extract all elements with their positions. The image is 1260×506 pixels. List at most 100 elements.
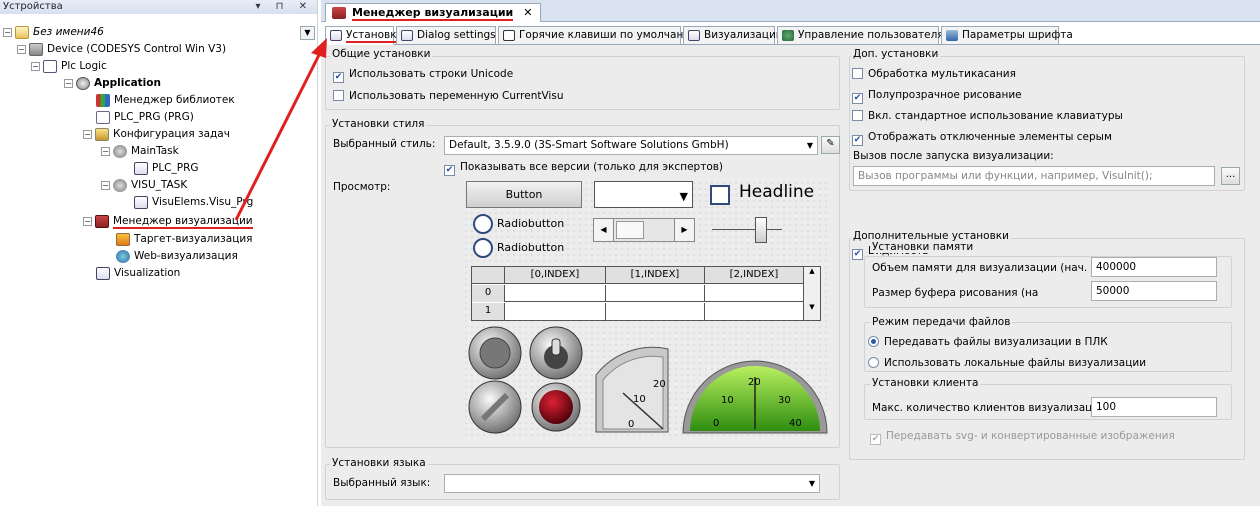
tree-node-visuelems[interactable]: VisuElems.Visu_Prg <box>134 194 253 210</box>
checkbox-box: ✔ <box>333 72 344 83</box>
memory-size-label: Объем памяти для визуализации (нач. знач… <box>872 262 1123 274</box>
program-call-icon <box>134 161 148 175</box>
visu-manager-icon <box>95 214 109 228</box>
table-scrollbar: ▲ ▼ <box>803 267 820 320</box>
close-icon[interactable]: ✕ <box>523 6 532 19</box>
general-settings-title: Общие установки <box>330 48 433 60</box>
language-settings-title: Установки языка <box>330 457 428 469</box>
library-icon <box>96 93 110 107</box>
preview-slider-thumb <box>755 217 767 243</box>
tree-node-web-visu[interactable]: Web-визуализация <box>116 248 238 264</box>
task-icon <box>113 144 127 158</box>
max-clients-input[interactable]: 100 <box>1091 397 1217 417</box>
dialog-icon <box>401 30 413 41</box>
codesys-window: Устройства ▾ ⊓ ✕ ▼ − Без имени46 − Device … <box>0 0 1260 506</box>
task-config-icon <box>95 127 109 141</box>
gauge2-tick: 30 <box>778 395 791 406</box>
application-icon <box>76 76 90 90</box>
extra-settings-title: Доп. установки <box>851 48 941 60</box>
visu-manager-icon <box>332 7 346 19</box>
preview-lamp <box>539 390 573 424</box>
device-icon <box>29 42 43 56</box>
devices-dropdown-button[interactable]: ▼ <box>300 26 315 40</box>
panel-controls[interactable]: ▾ ⊓ ✕ <box>255 0 313 14</box>
checkbox-box: ✔ <box>870 434 881 445</box>
keyboard-icon <box>503 30 515 41</box>
unicode-checkbox[interactable]: ✔ Использовать строки Unicode <box>333 68 513 83</box>
chevron-down-icon: ▼ <box>808 479 815 488</box>
tree-node-visualization[interactable]: Visualization <box>96 265 180 281</box>
checkbox-box <box>852 68 863 79</box>
language-select[interactable]: ▼ <box>444 474 820 493</box>
devices-panel-header: Устройства ▾ ⊓ ✕ <box>0 0 317 14</box>
tree-node-device[interactable]: − Device (CODESYS Control Win V3) <box>17 41 226 57</box>
radio-dot <box>868 336 879 347</box>
settings-icon <box>330 30 342 41</box>
keyboard-checkbox[interactable]: Вкл. стандартное использование клавиатур… <box>852 110 1123 123</box>
preview-gauges: 0 10 20 0 10 20 30 40 <box>468 326 828 434</box>
tab-hotkeys[interactable]: Горячие клавиши по умолчанию <box>498 26 699 45</box>
tab-visu-manager[interactable]: Менеджер визуализации ✕ <box>325 3 542 22</box>
checkbox-box: ✔ <box>852 135 863 146</box>
checkbox-box <box>333 90 344 101</box>
call-after-input[interactable]: Вызов программы или функции, например, V… <box>853 166 1215 186</box>
checkbox-box: ✔ <box>852 249 863 260</box>
local-files-radio[interactable]: Использовать локальные файлы визуализаци… <box>868 357 1146 370</box>
tree-node-maintask-plc-prg[interactable]: PLC_PRG <box>134 160 199 176</box>
semitransparent-checkbox[interactable]: ✔ Полупрозрачное рисование <box>852 89 1022 104</box>
language-label: Выбранный язык: <box>333 477 431 489</box>
tab-font-params[interactable]: Параметры шрифта <box>941 26 1073 45</box>
memory-size-input[interactable]: 400000 <box>1091 257 1217 277</box>
tab-dialog-settings[interactable]: Dialog settings <box>396 26 496 45</box>
plc-logic-icon <box>43 59 57 73</box>
table-row: 0 <box>472 285 820 302</box>
program-icon <box>96 110 110 124</box>
tree-node-task-config[interactable]: − Конфигурация задач <box>83 126 230 142</box>
tab-settings[interactable]: Установки <box>325 26 404 45</box>
gauge1-tick: 20 <box>653 379 666 390</box>
style-label: Выбранный стиль: <box>333 138 436 150</box>
tree-node-library-manager[interactable]: Менеджер библиотек <box>96 92 235 108</box>
gauge2-tick: 40 <box>789 418 802 429</box>
tab-user-management[interactable]: Управление пользователями <box>777 26 958 45</box>
browse-button[interactable]: ... <box>1221 167 1240 185</box>
gauge1-tick: 0 <box>628 419 634 430</box>
tree-node-visu-manager[interactable]: − Менеджер визуализации <box>83 213 253 229</box>
buffer-size-input[interactable]: 50000 <box>1091 281 1217 301</box>
tab-visualizations[interactable]: Визуализации <box>683 26 783 45</box>
show-all-versions-checkbox[interactable]: ✔ Показывать все версии (только для экспе… <box>444 161 723 176</box>
preview-button: Button <box>466 181 582 208</box>
edit-style-button[interactable]: ✎ <box>821 136 840 154</box>
project-icon <box>15 25 29 39</box>
visualization-icon <box>688 30 700 41</box>
preview-label: Просмотр: <box>333 181 391 193</box>
web-visu-icon <box>116 249 130 263</box>
gauge2-tick: 20 <box>748 377 761 388</box>
devices-panel: Устройства ▾ ⊓ ✕ ▼ − Без имени46 − Device … <box>0 0 318 506</box>
tree-node-plc-prg[interactable]: PLC_PRG (PRG) <box>96 109 194 125</box>
gauge2-tick: 10 <box>721 395 734 406</box>
devices-panel-title: Устройства <box>3 1 63 12</box>
tree-node-target-visu[interactable]: Таргет-визуализация <box>116 231 252 247</box>
table-header: [0,INDEX] [1,INDEX] [2,INDEX] <box>472 267 820 284</box>
style-select[interactable]: Default, 3.5.9.0 (3S-Smart Software Solu… <box>444 136 818 155</box>
buffer-size-label: Размер буфера рисования (на <box>872 287 1039 299</box>
tree-node-project[interactable]: − Без имени46 <box>3 24 104 40</box>
task-icon <box>113 178 127 192</box>
currentvisu-checkbox[interactable]: Использовать переменную CurrentVisu <box>333 90 563 103</box>
target-visu-icon <box>116 232 130 246</box>
gauge1-tick: 10 <box>633 394 646 405</box>
chevron-down-icon: ▼ <box>806 141 813 150</box>
multitouch-checkbox[interactable]: Обработка мультикасания <box>852 68 1016 81</box>
tree-node-maintask[interactable]: − MainTask <box>101 143 179 159</box>
tree-node-plc-logic[interactable]: − Plc Logic <box>31 58 107 74</box>
memory-settings-title: Установки памяти <box>870 241 976 253</box>
preview-checkbox <box>710 185 730 205</box>
disabled-gray-checkbox[interactable]: ✔ Отображать отключенные элементы серым <box>852 131 1112 146</box>
checkbox-box: ✔ <box>444 165 455 176</box>
tree-node-visu-task[interactable]: − VISU_TASK <box>101 177 187 193</box>
tree-node-application[interactable]: − Application <box>64 75 161 91</box>
checkbox-box <box>852 110 863 121</box>
transfer-to-plc-radio[interactable]: Передавать файлы визуализации в ПЛК <box>868 336 1108 349</box>
preview-radio-2: Radiobutton <box>473 238 564 258</box>
